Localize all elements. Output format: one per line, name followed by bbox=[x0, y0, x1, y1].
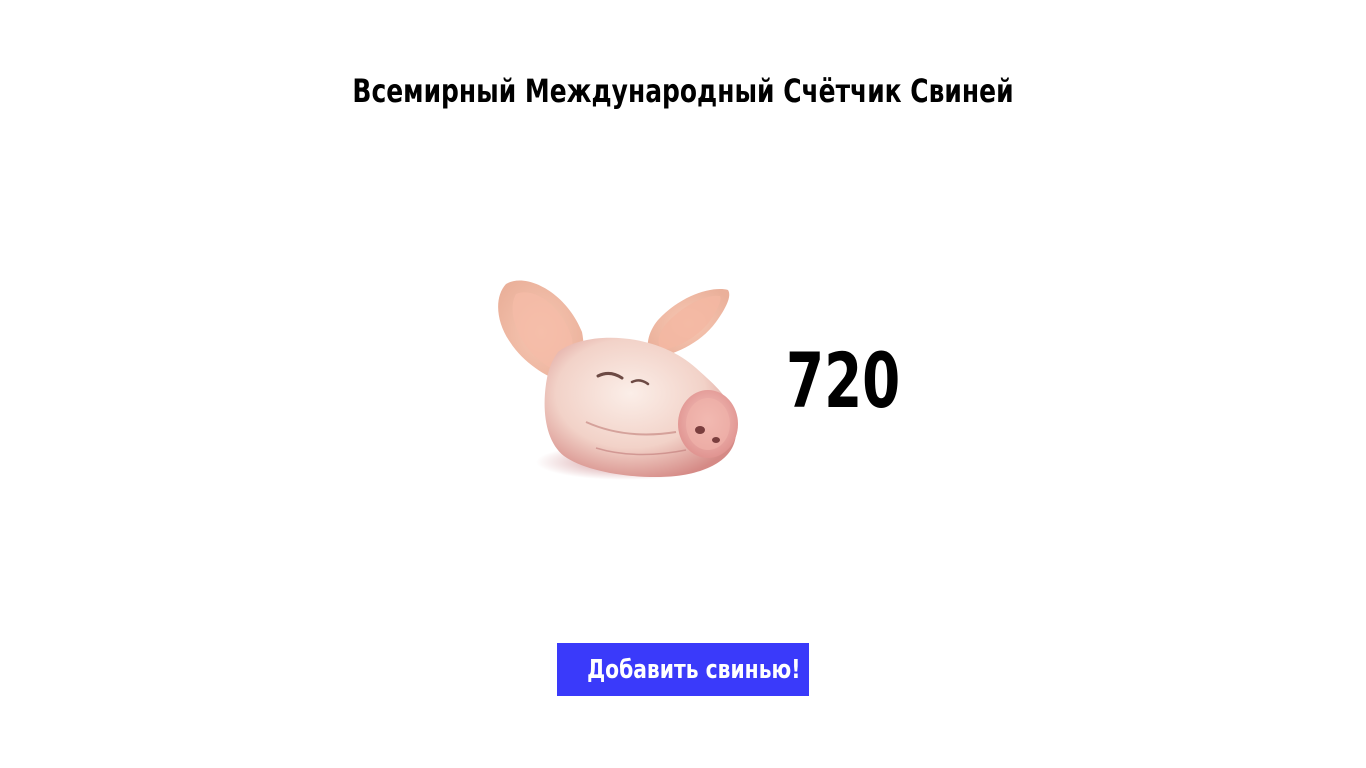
pig-counter-value: 720 bbox=[786, 336, 901, 425]
add-pig-button-label: Добавить свинью! bbox=[587, 654, 801, 685]
pig-head-icon bbox=[486, 272, 746, 487]
add-pig-button[interactable]: Добавить свинью! bbox=[557, 643, 809, 696]
page-title: Всемирный Международный Счётчик Свиней bbox=[352, 72, 1014, 110]
